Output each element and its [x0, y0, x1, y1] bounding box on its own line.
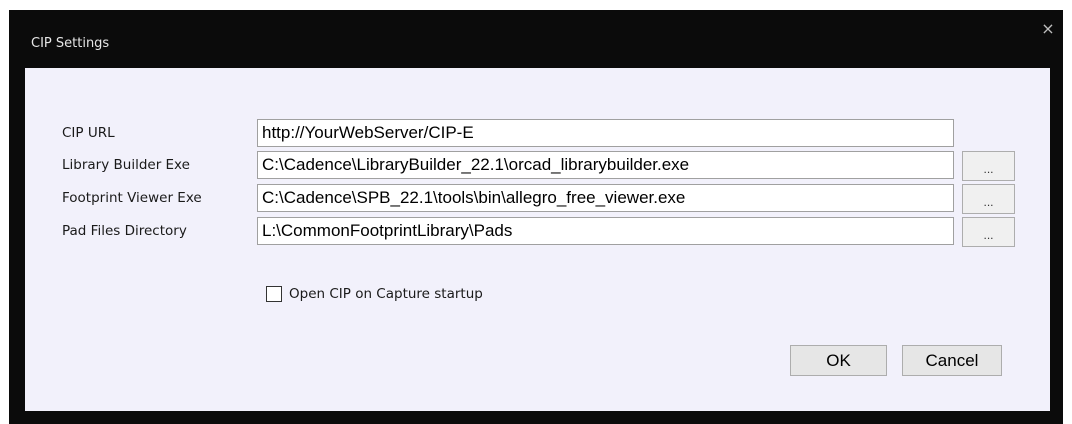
pad-files-directory-label: Pad Files Directory: [62, 223, 187, 239]
footprint-viewer-exe-input[interactable]: C:\Cadence\SPB_22.1\tools\bin\allegro_fr…: [257, 184, 954, 212]
dialog-content: CIP URL http://YourWebServer/CIP-E Libra…: [25, 68, 1050, 411]
pad-files-directory-input[interactable]: L:\CommonFootprintLibrary\Pads: [257, 217, 954, 245]
footprint-viewer-exe-label: Footprint Viewer Exe: [62, 190, 202, 206]
dialog-title: CIP Settings: [31, 36, 110, 51]
close-icon[interactable]: ×: [1039, 20, 1057, 38]
library-builder-exe-label: Library Builder Exe: [62, 157, 190, 173]
library-builder-exe-input[interactable]: C:\Cadence\LibraryBuilder_22.1\orcad_lib…: [257, 151, 954, 179]
open-cip-startup-checkbox[interactable]: [266, 286, 282, 302]
cancel-button[interactable]: Cancel: [902, 345, 1002, 376]
open-cip-startup-label[interactable]: Open CIP on Capture startup: [289, 286, 483, 302]
cip-url-input[interactable]: http://YourWebServer/CIP-E: [257, 119, 954, 147]
library-builder-browse-button[interactable]: ...: [962, 151, 1015, 181]
pad-files-directory-browse-button[interactable]: ...: [962, 217, 1015, 247]
cip-url-label: CIP URL: [62, 125, 115, 141]
cip-settings-dialog: CIP Settings × CIP URL http://YourWebSer…: [9, 10, 1063, 424]
footprint-viewer-browse-button[interactable]: ...: [962, 184, 1015, 214]
ok-button[interactable]: OK: [790, 345, 887, 376]
